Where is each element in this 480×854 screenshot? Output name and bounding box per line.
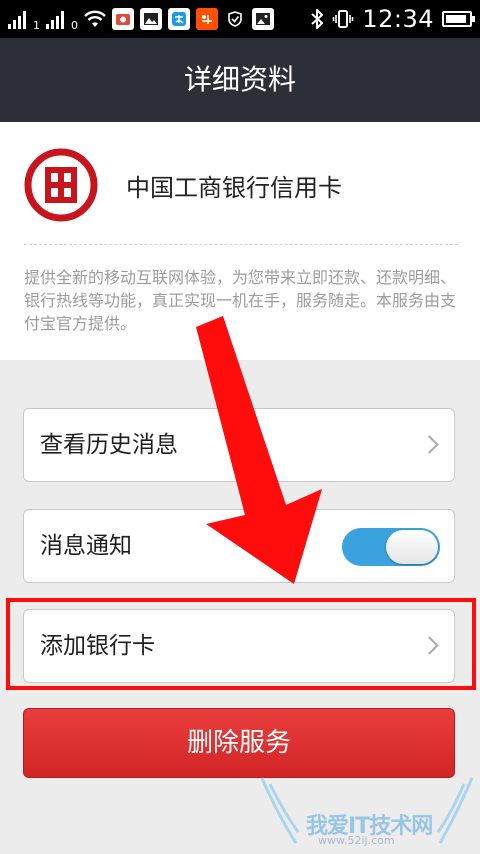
watermark-logo-icon: [260, 777, 474, 844]
watermark-url: www.52ij.com: [318, 834, 395, 847]
